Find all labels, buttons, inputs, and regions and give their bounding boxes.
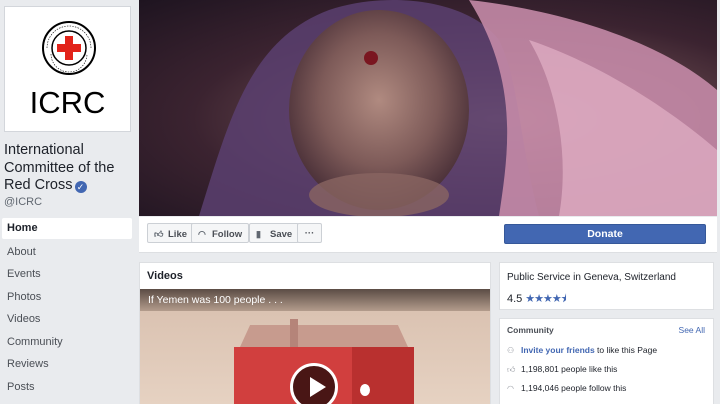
invite-friends-link[interactable]: Invite your friends <box>521 345 595 355</box>
page-action-bar: 👍︎ Like ◠ Follow ▮ Save ··· Donate <box>139 217 717 253</box>
nav-item-events[interactable]: Events <box>0 263 132 286</box>
nav-item-videos[interactable]: Videos <box>0 308 132 331</box>
about-card: Public Service in Geneva, Switzerland 4.… <box>499 262 714 310</box>
drop-icon <box>360 384 370 396</box>
page-category[interactable]: Public Service in Geneva, Switzerland <box>507 272 676 283</box>
invite-text: to like this Page <box>594 345 658 355</box>
save-button[interactable]: ▮ Save <box>249 223 300 243</box>
nav-item-community[interactable]: Community <box>0 331 132 354</box>
likes-row: 👍︎ 1,198,801 people like this <box>507 364 617 375</box>
videos-title[interactable]: Videos <box>147 270 183 282</box>
invite-icon: ⚇ <box>507 346 515 355</box>
rss-icon: ◠ <box>198 229 206 239</box>
play-icon[interactable] <box>290 363 338 404</box>
page-name[interactable]: International Committee of the Red Cross… <box>4 142 134 195</box>
nav-item-about[interactable]: About <box>0 241 132 264</box>
cover-photo[interactable] <box>139 0 717 216</box>
follows-count: 1,194,046 people follow this <box>521 383 627 393</box>
likes-count: 1,198,801 people like this <box>521 364 618 374</box>
rating[interactable]: 4.5 ★★★★⯨ <box>507 290 567 309</box>
videos-card: Videos If Yemen was 100 people . . . <box>139 262 491 404</box>
cover-photo-image <box>199 0 717 216</box>
nav-item-reviews[interactable]: Reviews <box>0 353 132 376</box>
nav-item-posts[interactable]: Posts <box>0 376 132 399</box>
box-illustration-top <box>240 325 408 347</box>
rating-value: 4.5 <box>507 293 523 305</box>
play-triangle <box>310 377 326 397</box>
donate-button[interactable]: Donate <box>504 224 706 244</box>
box-illustration-tape <box>290 319 298 349</box>
more-button[interactable]: ··· <box>297 223 322 243</box>
community-card: Community See All ⚇ Invite your friends t… <box>499 318 714 404</box>
save-label: Save <box>270 229 293 240</box>
thumbs-up-icon: 👍︎ <box>154 229 164 239</box>
nav-item-photos[interactable]: Photos <box>0 286 132 309</box>
follow-button[interactable]: ◠ Follow <box>191 223 250 243</box>
star-rating-icon: ★★★★⯨ <box>525 293 566 305</box>
video-thumbnail[interactable]: If Yemen was 100 people . . . <box>140 289 490 404</box>
page-name-text: International Committee of the Red Cross <box>4 142 115 193</box>
page-handle[interactable]: @ICRC <box>4 196 42 208</box>
nav-item-home[interactable]: Home <box>2 218 132 239</box>
video-caption: If Yemen was 100 people . . . <box>148 294 283 306</box>
video-header: If Yemen was 100 people . . . <box>140 289 490 311</box>
logo-text: ICRC <box>29 85 106 120</box>
like-button[interactable]: 👍︎ Like <box>147 223 195 243</box>
see-all-link[interactable]: See All <box>679 325 705 335</box>
invite-row: ⚇ Invite your friends to like this Page <box>507 345 657 355</box>
like-icon: 👍︎ <box>507 365 516 374</box>
profile-picture[interactable]: ICRC <box>4 6 131 132</box>
follow-label: Follow <box>212 229 243 240</box>
box-illustration-side <box>352 347 414 404</box>
bookmark-icon: ▮ <box>256 229 261 239</box>
follow-icon: ◠ <box>507 384 514 393</box>
like-label: Like <box>168 229 188 240</box>
icrc-emblem <box>42 21 96 75</box>
follows-row: ◠ 1,194,046 people follow this <box>507 383 626 393</box>
verified-icon: ✓ <box>74 181 87 193</box>
community-title: Community <box>507 325 554 335</box>
page-nav: Home About Events Photos Videos Communit… <box>0 218 132 398</box>
